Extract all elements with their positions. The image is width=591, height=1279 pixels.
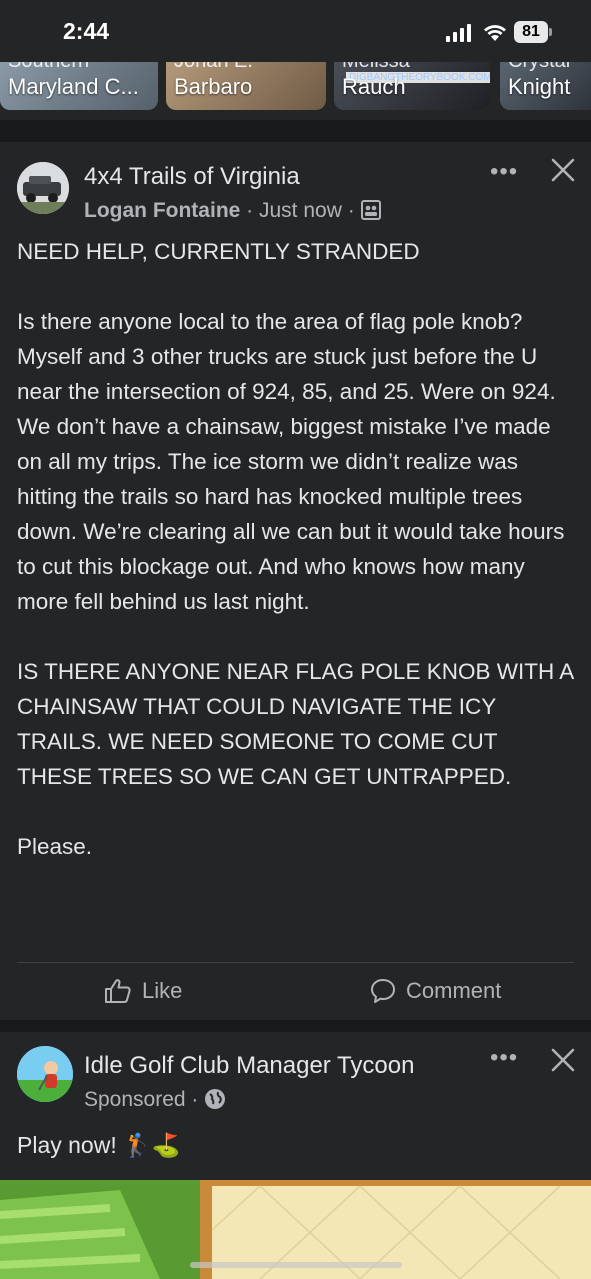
post-divider (17, 962, 574, 963)
comment-icon (371, 979, 395, 1003)
comment-button[interactable]: Comment (370, 978, 501, 1004)
meta-separator: · (191, 1088, 205, 1111)
story-top-name: Crystal (508, 62, 570, 73)
battery-tip (549, 28, 552, 36)
close-icon[interactable] (549, 156, 577, 184)
story-name: Rauch (342, 74, 406, 99)
story-name: Maryland C... (8, 74, 139, 99)
group-avatar[interactable] (17, 162, 69, 214)
wifi-icon (484, 25, 506, 41)
close-icon[interactable] (549, 1046, 577, 1074)
story-card[interactable]: Jonah E. Barbaro (166, 62, 326, 110)
ad-text: Play now! 🏌️⛳ (17, 1132, 181, 1158)
story-name: Knight (508, 74, 571, 99)
status-time: 2:44 (63, 18, 110, 44)
sponsored-label[interactable]: Sponsored (84, 1088, 186, 1111)
globe-icon (205, 1089, 226, 1109)
story-top-name: Jonah E. (174, 62, 253, 73)
story-card[interactable]: Crystal Knight (500, 62, 591, 110)
story-top-name: Southern (8, 62, 89, 73)
feed-post: 4x4 Trails of Virginia Logan Fontaine · … (0, 142, 591, 1020)
post-author[interactable]: Logan Fontaine (84, 199, 240, 222)
meta-separator: · (347, 199, 361, 222)
group-members-icon (360, 200, 381, 220)
post-time[interactable]: Just now (259, 199, 342, 222)
group-name[interactable]: 4x4 Trails of Virginia (84, 163, 300, 191)
cellular-signal-icon (446, 24, 471, 42)
truck-photo-icon (17, 162, 69, 214)
more-options-icon[interactable]: ••• (490, 158, 518, 186)
comment-label: Comment (406, 978, 502, 1003)
advertiser-name[interactable]: Idle Golf Club Manager Tycoon (84, 1052, 414, 1080)
like-button[interactable]: Like (104, 978, 182, 1004)
ad-meta: Sponsored · (84, 1088, 226, 1112)
battery-level: 81 (514, 21, 548, 43)
story-card[interactable]: Melissa DIGBANGTHEORYBOOK.COM Rauch (334, 62, 490, 110)
ad-avatar[interactable] (17, 1046, 73, 1102)
story-card[interactable]: Southern Maryland C... (0, 62, 158, 110)
post-meta: Logan Fontaine · Just now · (84, 199, 381, 223)
meta-separator: · (246, 199, 259, 222)
feed-separator (0, 1020, 591, 1032)
home-indicator[interactable] (190, 1262, 402, 1268)
status-bar: 2:44 81 (0, 0, 591, 62)
thumbs-up-icon (105, 979, 131, 1003)
more-options-icon[interactable]: ••• (490, 1044, 518, 1072)
post-body: NEED HELP, CURRENTLY STRANDED Is there a… (17, 239, 573, 859)
story-name: Barbaro (174, 74, 253, 99)
feed-separator (0, 120, 591, 142)
stories-strip[interactable]: Southern Maryland C... Jonah E. Barbaro … (0, 62, 591, 120)
sponsored-post: Idle Golf Club Manager Tycoon Sponsored … (0, 1032, 591, 1279)
like-label: Like (142, 978, 183, 1003)
golf-game-icon (17, 1046, 73, 1102)
